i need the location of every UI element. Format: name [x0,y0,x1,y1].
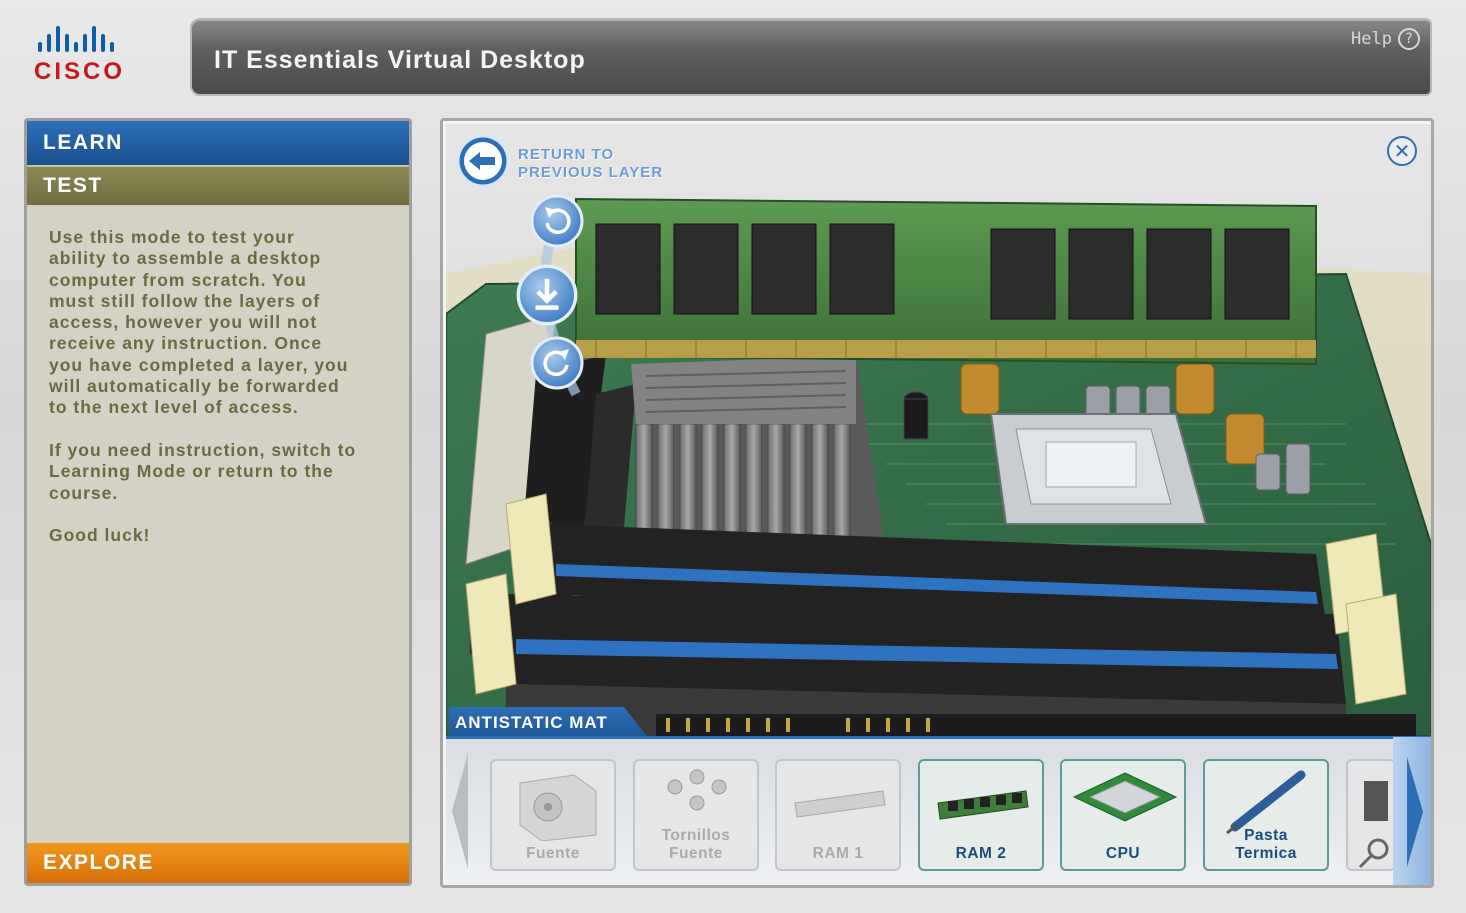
question-circle-icon: ? [1398,28,1420,50]
cisco-logo-text: CISCO [34,58,126,85]
part-item-fuente[interactable]: Fuente [490,759,616,871]
tab-explore[interactable]: EXPLORE [27,843,409,883]
zoom-icon [1358,781,1389,869]
part-item-cpu[interactable]: CPU [1060,759,1186,871]
scroll-right-icon [1407,757,1423,867]
part-item-ram-1[interactable]: RAM 1 [775,759,901,871]
ram-icon [937,790,1029,820]
ram-icon [794,790,886,818]
cisco-logo-bars [38,24,154,52]
app-title: IT Essentials Virtual Desktop [214,46,586,74]
part-item-ram-2[interactable]: RAM 2 [918,759,1044,871]
cisco-logo: CISCO [34,24,154,88]
mode-panel: LEARN TEST Use this mode to test your ab… [24,118,412,886]
help-button[interactable]: Help ? [1351,28,1420,50]
screws-icon [667,769,727,811]
viewer-3d: RETURN TO PREVIOUS LAYER ✕ ANTISTATIC MA… [440,118,1434,888]
scroll-left-icon[interactable] [448,747,470,875]
surface-label: ANTISTATIC MAT [449,707,649,736]
rotate-left-icon[interactable] [530,194,584,248]
part-label: Fuente [526,845,580,862]
cpu-icon [1072,772,1178,822]
download-icon[interactable] [516,264,578,326]
tab-test[interactable]: TEST [27,165,409,205]
close-circle-icon[interactable]: ✕ [1387,136,1417,166]
return-previous-layer-link[interactable]: RETURN TO PREVIOUS LAYER [518,146,663,182]
tab-learn[interactable]: LEARN [27,121,409,165]
part-label: Tornillos Fuente [661,827,731,862]
title-bar: IT Essentials Virtual Desktop Help ? [190,18,1432,96]
part-label: RAM 2 [955,845,1007,862]
help-label: Help [1351,29,1392,49]
parts-tray: Fuente Tornillos Fuente RAM 1 RAM 2 CPU … [446,736,1431,885]
motherboard-illustration [446,124,1431,736]
mode-description: Use this mode to test your ability to as… [49,227,357,546]
scroll-right-button[interactable] [1393,737,1431,885]
back-arrow-icon[interactable] [456,134,510,188]
part-label: RAM 1 [812,845,864,862]
power-supply-icon [519,774,597,841]
part-label: Pasta Termica [1235,827,1297,862]
part-item-partial[interactable] [1346,759,1396,871]
part-item-pasta-termica[interactable]: Pasta Termica [1203,759,1329,871]
part-item-tornillos-fuente[interactable]: Tornillos Fuente [633,759,759,871]
rotate-right-icon[interactable] [530,336,584,390]
part-label: CPU [1105,845,1141,862]
motherboard-scene[interactable]: RETURN TO PREVIOUS LAYER ✕ ANTISTATIC MA… [446,124,1431,736]
